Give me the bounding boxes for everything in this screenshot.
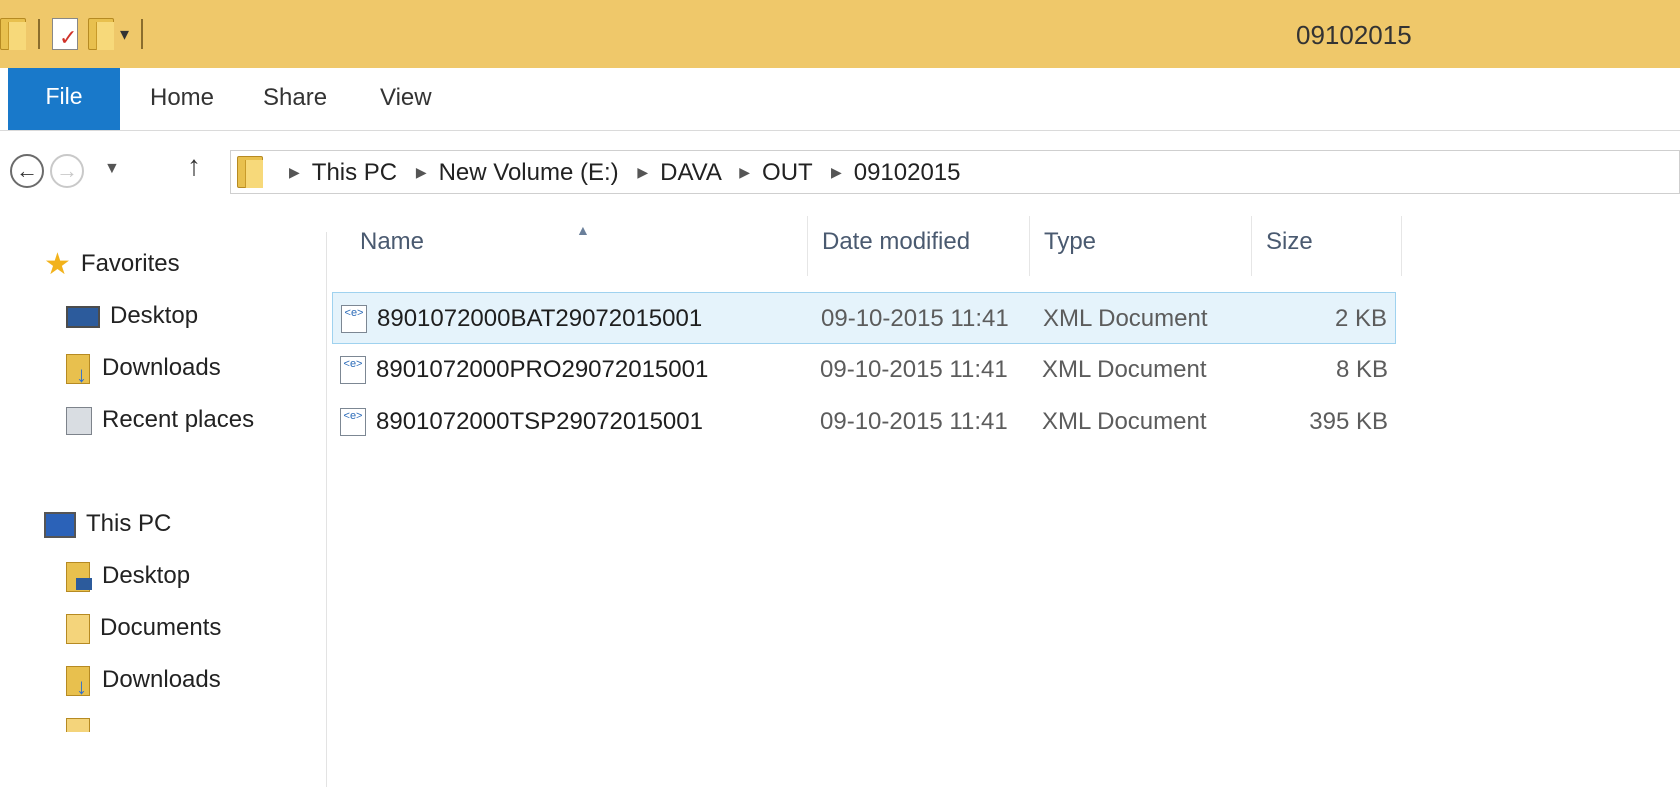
file-size: 2 KB: [1334, 305, 1387, 332]
file-name: 8901072000BAT29072015001: [377, 305, 703, 332]
file-row[interactable]: <e> 8901072000BAT29072015001 09-10-2015 …: [332, 292, 1396, 344]
sort-ascending-icon: ▲: [576, 222, 590, 238]
sidebar-item-label: Favorites: [80, 250, 180, 277]
chevron-right-icon[interactable]: ▶: [416, 164, 427, 180]
sidebar-item-label: Recent places: [102, 406, 255, 433]
desktop-icon: [66, 305, 100, 328]
sidebar-item-documents[interactable]: Documents: [66, 608, 221, 648]
file-type: XML Document: [1043, 305, 1208, 332]
breadcrumb-current-folder[interactable]: 09102015: [854, 159, 961, 186]
breadcrumb-dava[interactable]: DAVA: [660, 159, 720, 186]
file-row[interactable]: <e> 8901072000PRO29072015001 09-10-2015 …: [332, 344, 1396, 396]
xml-file-icon: <e>: [340, 356, 366, 384]
navigation-bar: ← → ▼ ↑ ▶ This PC ▶ New Volume (E:) ▶ DAVA …: [0, 140, 1680, 206]
recent-places-icon: [66, 406, 92, 435]
sidebar-item-this-pc[interactable]: This PC: [44, 504, 171, 544]
breadcrumb-this-pc[interactable]: This PC: [312, 159, 397, 186]
tab-share[interactable]: Share: [263, 68, 327, 130]
file-type: XML Document: [1042, 356, 1207, 383]
column-header-size[interactable]: Size: [1252, 216, 1402, 276]
title-bar: ✓ ▾ 09102015: [0, 0, 1680, 68]
recent-locations-button[interactable]: ▼: [104, 160, 120, 178]
sidebar-item-downloads[interactable]: ↓ Downloads: [66, 348, 221, 388]
window-title: 09102015: [1296, 20, 1412, 50]
folder-icon: [237, 156, 263, 188]
sidebar-item-label: Desktop: [110, 302, 199, 329]
computer-icon: [44, 511, 76, 538]
toolbar-separator: [141, 19, 144, 49]
sidebar-item-pc-downloads[interactable]: ↓ Downloads: [66, 660, 221, 700]
breadcrumb-out[interactable]: OUT: [762, 159, 812, 186]
chevron-right-icon[interactable]: ▶: [739, 164, 750, 180]
chevron-right-icon[interactable]: ▶: [831, 164, 842, 180]
tab-home[interactable]: Home: [150, 68, 214, 130]
file-name: 8901072000TSP29072015001: [376, 408, 703, 435]
breadcrumb-new-volume[interactable]: New Volume (E:): [439, 159, 619, 186]
file-row[interactable]: <e> 8901072000TSP29072015001 09-10-2015 …: [332, 396, 1396, 448]
sidebar-item-label: Documents: [100, 614, 222, 641]
file-type: XML Document: [1042, 408, 1207, 435]
folder-icon: [0, 18, 26, 50]
chevron-right-icon[interactable]: ▶: [289, 164, 300, 180]
tab-view[interactable]: View: [380, 68, 432, 130]
file-size: 395 KB: [1309, 408, 1388, 435]
address-bar[interactable]: ▶ This PC ▶ New Volume (E:) ▶ DAVA ▶ OUT ▶ 09…: [230, 150, 1680, 194]
navigation-pane: ★ Favorites Desktop ↓ Downloads Recent pla…: [0, 232, 327, 787]
file-date-modified: 09-10-2015 11:41: [820, 408, 1008, 435]
tab-file[interactable]: File: [8, 68, 120, 130]
arrow-right-icon: →: [56, 158, 78, 183]
file-size: 8 KB: [1335, 356, 1388, 383]
downloads-folder-icon: ↓: [66, 353, 92, 385]
properties-icon[interactable]: ✓: [52, 18, 78, 50]
xml-file-icon: <e>: [341, 305, 367, 333]
desktop-folder-icon: [66, 561, 92, 592]
column-header-date-modified[interactable]: Date modified: [808, 216, 1030, 276]
file-date-modified: 09-10-2015 11:41: [821, 305, 1009, 332]
new-folder-icon[interactable]: [88, 18, 114, 50]
customize-dropdown-icon[interactable]: ▾: [120, 24, 129, 45]
sidebar-item-label: This PC: [86, 510, 172, 537]
chevron-down-icon: ▼: [104, 160, 120, 177]
sidebar-item-pc-desktop[interactable]: Desktop: [66, 556, 190, 596]
arrow-left-icon: ←: [16, 158, 38, 183]
file-date-modified: 09-10-2015 11:41: [820, 356, 1008, 383]
star-icon: ★: [44, 247, 71, 281]
folder-icon: [66, 717, 90, 732]
arrow-up-icon: ↑: [187, 150, 201, 181]
sidebar-item-desktop[interactable]: Desktop: [66, 296, 198, 336]
column-header-name[interactable]: ▲ Name: [338, 216, 808, 276]
breadcrumb: ▶ This PC ▶ New Volume (E:) ▶ DAVA ▶ OUT ▶ 09…: [277, 151, 961, 195]
sidebar-item-label: Desktop: [102, 562, 191, 589]
sidebar-item-label: Downloads: [102, 354, 221, 381]
forward-button[interactable]: →: [50, 154, 84, 188]
chevron-right-icon[interactable]: ▶: [637, 164, 648, 180]
downloads-folder-icon: ↓: [66, 665, 92, 697]
up-button[interactable]: ↑: [187, 150, 201, 182]
file-name: 8901072000PRO29072015001: [376, 356, 709, 383]
quick-access-toolbar: ✓ ▾: [0, 14, 155, 54]
column-header-type[interactable]: Type: [1030, 216, 1252, 276]
toolbar-separator: [38, 19, 40, 49]
documents-folder-icon: [66, 613, 90, 644]
sidebar-item-favorites[interactable]: ★ Favorites: [44, 244, 180, 284]
xml-file-icon: <e>: [340, 408, 366, 436]
sidebar-item-partial[interactable]: [66, 712, 100, 732]
sidebar-item-recent-places[interactable]: Recent places: [66, 400, 254, 440]
ribbon: File Home Share View: [0, 68, 1680, 131]
sidebar-item-label: Downloads: [102, 666, 221, 693]
back-button[interactable]: ←: [10, 154, 44, 188]
